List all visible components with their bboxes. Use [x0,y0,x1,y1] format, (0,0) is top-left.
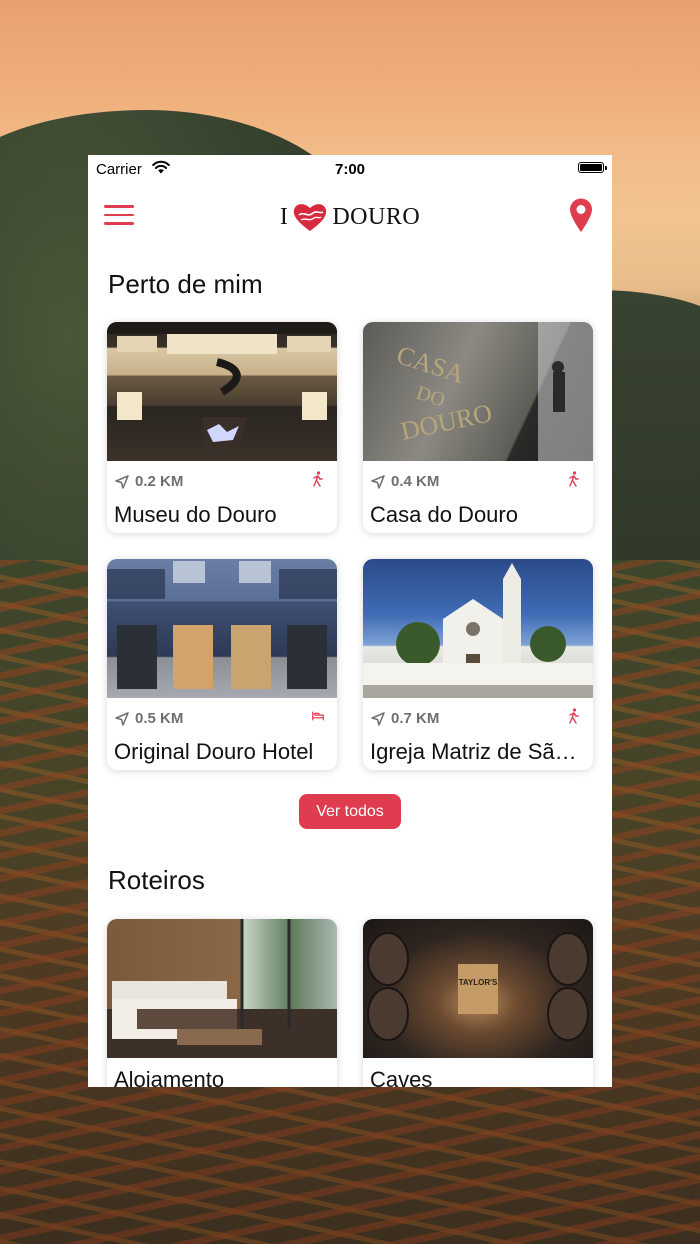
nav-bar: I DOURO [88,183,612,249]
place-image-museum [107,322,337,461]
route-image-accommodation [107,919,337,1058]
walking-icon [569,708,579,724]
svg-text:CASA: CASA [393,340,468,389]
place-card[interactable]: 0.7 KM Igreja Matriz de São Pedro [363,559,593,770]
clock: 7:00 [334,161,366,178]
logo-text-prefix: I [279,203,289,230]
distance-value: 0.7 KM [391,710,440,727]
navigation-arrow-icon [115,474,129,489]
svg-text:TAYLOR'S: TAYLOR'S [459,978,498,987]
distance-value: 0.5 KM [135,710,184,727]
place-image-casa-do-douro: CASA DO DOURO [363,322,593,461]
section-title-routes: Roteiros [108,865,205,895]
svg-text:DOURO: DOURO [398,398,494,446]
route-name: Caves [370,1067,433,1087]
place-card[interactable]: 0.5 KM Original Douro Hotel [107,559,337,770]
navigation-arrow-icon [115,711,129,726]
location-pin-icon[interactable] [568,197,594,233]
route-card[interactable]: Alojamento [107,919,337,1087]
app-logo: I DOURO [88,201,612,233]
place-card[interactable]: CASA DO DOURO 0.4 KM Casa do Douro [363,322,593,533]
place-name: Casa do Douro [370,502,518,527]
route-name: Alojamento [114,1067,225,1087]
bed-icon [312,711,324,721]
place-card[interactable]: 0.2 KM Museu do Douro [107,322,337,533]
route-card[interactable]: TAYLOR'S Caves [363,919,593,1087]
walking-icon [313,471,323,487]
place-name: Original Douro Hotel [114,739,314,764]
distance-label: 0.5 KM [115,710,183,727]
status-bar: Carrier 7:00 [88,155,612,183]
navigation-arrow-icon [371,474,385,489]
route-image-cellars: TAYLOR'S [363,919,593,1058]
place-image-hotel [107,559,337,698]
distance-value: 0.4 KM [391,473,440,490]
walking-icon [569,471,579,487]
distance-value: 0.2 KM [135,473,184,490]
navigation-arrow-icon [371,711,385,726]
battery-icon [578,162,607,173]
section-title-nearby: Perto de mim [108,269,263,299]
place-image-church [363,559,593,698]
distance-label: 0.4 KM [371,473,439,490]
place-name: Igreja Matriz de São Pedro [370,739,586,764]
place-name: Museu do Douro [114,502,277,527]
distance-label: 0.2 KM [115,473,183,490]
app-screen: Carrier 7:00 I DOURO Perto de mim 0.2 KM… [88,155,612,1087]
logo-text-suffix: DOURO [332,203,421,230]
distance-label: 0.7 KM [371,710,439,727]
heart-icon [294,204,327,231]
see-all-button[interactable]: Ver todos [299,794,401,829]
